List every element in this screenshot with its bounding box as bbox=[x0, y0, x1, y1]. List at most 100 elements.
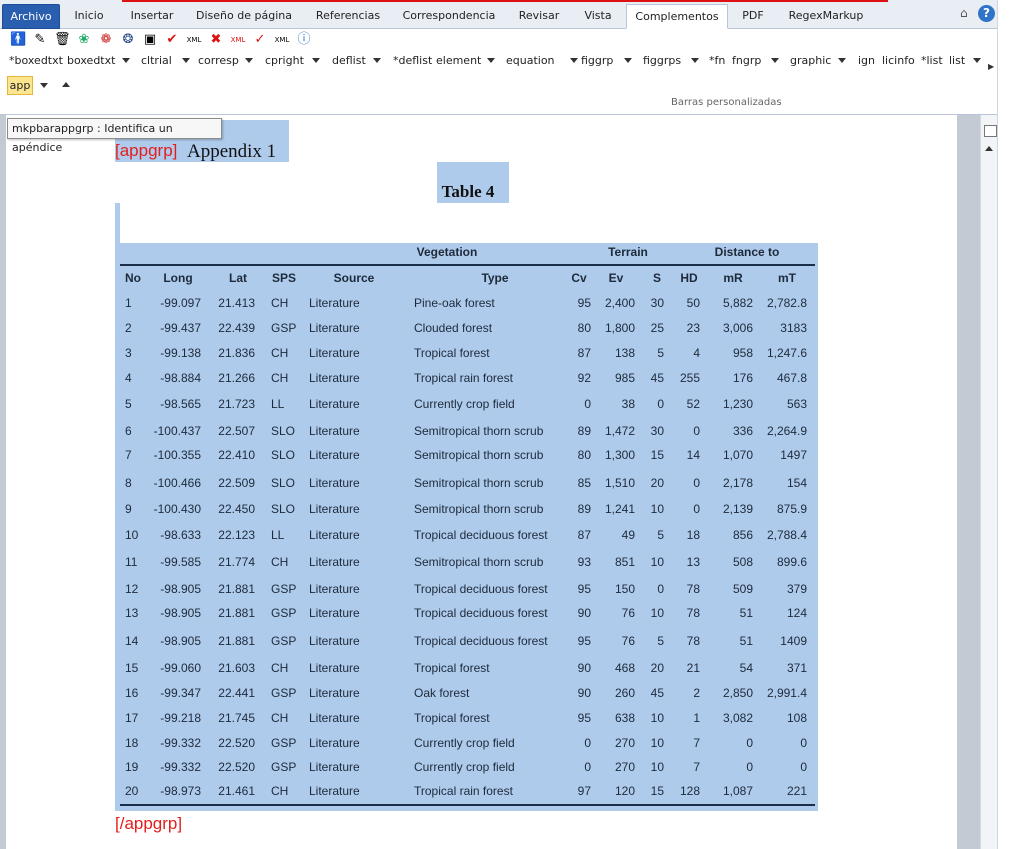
app-button[interactable]: app bbox=[7, 76, 33, 95]
chevron-up-icon[interactable] bbox=[62, 82, 70, 87]
bar-item[interactable]: deflist bbox=[332, 53, 366, 69]
xml-icon[interactable]: XML bbox=[186, 32, 202, 48]
table-cell: 270 bbox=[614, 736, 635, 750]
table-cell: 21.881 bbox=[218, 582, 255, 596]
chevron-down-icon[interactable] bbox=[122, 58, 130, 63]
bar-item[interactable]: figgrp bbox=[581, 53, 613, 69]
save-icon[interactable]: ▣ bbox=[142, 32, 158, 48]
bar-item[interactable]: *fn bbox=[709, 53, 725, 69]
table-cell: 21.774 bbox=[218, 555, 255, 569]
minimize-ribbon-icon[interactable]: ⌂ bbox=[960, 6, 968, 20]
table-cell: 1409 bbox=[780, 634, 807, 648]
table-cell: LL bbox=[271, 528, 285, 542]
table-cell: 80 bbox=[577, 321, 591, 335]
table-cell: 899.6 bbox=[776, 555, 807, 569]
bar-item[interactable]: *boxedtxt bbox=[9, 53, 63, 69]
bar-item[interactable]: boxedtxt bbox=[67, 53, 115, 69]
info-icon[interactable]: ⓘ bbox=[296, 32, 312, 48]
table-row: 11 -99.585 21.774 CH Literature Semitropical … bbox=[115, 555, 818, 573]
chevron-down-icon[interactable] bbox=[245, 58, 253, 63]
tab-referencias[interactable]: Referencias bbox=[308, 4, 388, 27]
check-icon[interactable]: ✔ bbox=[164, 32, 180, 48]
table-cell: 89 bbox=[577, 424, 591, 438]
tab-revisar[interactable]: Revisar bbox=[512, 4, 566, 27]
tab-correspondencia[interactable]: Correspondencia bbox=[396, 4, 502, 27]
table-title[interactable]: Table 4 bbox=[437, 182, 499, 202]
tab-archivo[interactable]: Archivo bbox=[2, 4, 60, 29]
chevron-down-icon[interactable] bbox=[373, 58, 381, 63]
chevron-down-icon[interactable] bbox=[487, 58, 495, 63]
table-cell: CH bbox=[271, 711, 289, 725]
group-header-vegetation: Vegetation bbox=[416, 245, 478, 259]
table-cell: 468 bbox=[614, 661, 635, 675]
chevron-down-icon[interactable] bbox=[973, 58, 981, 63]
tab-vista[interactable]: Vista bbox=[576, 4, 620, 27]
table-cell: -98.565 bbox=[160, 397, 201, 411]
table-row: 12 -98.905 21.881 GSP Literature Tropical dec… bbox=[115, 582, 818, 600]
help-icon[interactable]: ? bbox=[978, 5, 995, 22]
bar-item[interactable]: cpright bbox=[265, 53, 304, 69]
column-header: Type bbox=[481, 271, 509, 285]
group-header-terrain: Terrain bbox=[608, 245, 648, 259]
table-cell: 22.520 bbox=[218, 736, 255, 750]
bar-item[interactable]: *deflist bbox=[393, 53, 432, 69]
chevron-down-icon[interactable] bbox=[182, 58, 190, 63]
bar-item[interactable]: equation bbox=[506, 53, 555, 69]
appgrp-close-tag[interactable]: [/appgrp] bbox=[115, 814, 182, 834]
bar-item[interactable]: graphic bbox=[790, 53, 831, 69]
appendix-title[interactable]: Appendix 1 bbox=[187, 141, 276, 163]
bar-item[interactable]: corresp bbox=[198, 53, 239, 69]
chevron-down-icon[interactable] bbox=[691, 58, 699, 63]
bar-item[interactable]: *list bbox=[921, 53, 943, 69]
table-cell: GSP bbox=[271, 634, 297, 648]
bar-item[interactable]: list bbox=[949, 53, 965, 69]
table-cell: 509 bbox=[732, 582, 753, 596]
bar-item[interactable]: element bbox=[436, 53, 481, 69]
table-cell: Literature bbox=[309, 321, 360, 335]
pencil-icon[interactable]: ✎ bbox=[32, 32, 48, 48]
chevron-down-icon[interactable] bbox=[40, 83, 48, 88]
table-cell: Literature bbox=[309, 371, 360, 385]
tab-regexmarkup[interactable]: RegexMarkup bbox=[780, 4, 872, 27]
palette-icon[interactable]: ❂ bbox=[120, 32, 136, 48]
trash-icon[interactable]: 🗑 bbox=[54, 32, 71, 48]
scroll-right-icon[interactable]: ▶ bbox=[988, 62, 994, 71]
color-balls-icon[interactable]: ❁ bbox=[98, 32, 114, 48]
table-cell: 21.266 bbox=[218, 371, 255, 385]
table-cell: Semitropical thorn scrub bbox=[414, 448, 544, 462]
table-cell: Tropical deciduous forest bbox=[414, 634, 548, 648]
link-icon[interactable]: ❀ bbox=[76, 32, 92, 48]
tab-inicio[interactable]: Inicio bbox=[64, 4, 114, 27]
bar-item[interactable]: licinfo bbox=[882, 53, 915, 69]
chevron-down-icon[interactable] bbox=[570, 58, 578, 63]
person-icon[interactable]: 🚹 bbox=[10, 32, 26, 48]
close-icon[interactable]: ✖ bbox=[208, 32, 224, 48]
chevron-down-icon[interactable] bbox=[624, 58, 632, 63]
table-row: 2 -99.437 22.439 GSP Literature Clouded fores… bbox=[115, 321, 818, 339]
bar-item[interactable]: fngrp bbox=[732, 53, 761, 69]
chevron-down-icon[interactable] bbox=[838, 58, 846, 63]
scroll-up-icon[interactable] bbox=[985, 146, 993, 151]
appgrp-open-tag[interactable]: [appgrp] bbox=[115, 141, 177, 161]
xml-delete-icon[interactable]: XML bbox=[230, 32, 246, 48]
table-row: 10 -98.633 22.123 LL Literature Tropical deci… bbox=[115, 528, 818, 546]
chevron-down-icon[interactable] bbox=[771, 58, 779, 63]
xml-check-icon[interactable]: XML bbox=[274, 32, 290, 48]
tab-insertar[interactable]: Insertar bbox=[124, 4, 180, 27]
vertical-scrollbar[interactable] bbox=[980, 115, 998, 849]
validate-icon[interactable]: ✓ bbox=[252, 32, 268, 48]
bar-item[interactable]: figgrps bbox=[643, 53, 681, 69]
split-view-icon[interactable] bbox=[984, 125, 997, 137]
tab-pdf[interactable]: PDF bbox=[734, 4, 772, 27]
table-row: 4 -98.884 21.266 CH Literature Tropical rain … bbox=[115, 371, 818, 389]
tab-complementos[interactable]: Complementos bbox=[626, 4, 728, 29]
tab-diseno-pagina[interactable]: Diseño de página bbox=[190, 4, 298, 27]
table-cell: 95 bbox=[577, 634, 591, 648]
bar-item[interactable]: cltrial bbox=[141, 53, 172, 69]
table-cell: -100.437 bbox=[153, 424, 201, 438]
column-header: Lat bbox=[229, 271, 247, 285]
table-cell: -99.060 bbox=[160, 661, 201, 675]
chevron-down-icon[interactable] bbox=[312, 58, 320, 63]
bar-item[interactable]: ign bbox=[858, 53, 875, 69]
data-table[interactable]: Vegetation Terrain Distance to No Long Lat… bbox=[115, 243, 818, 811]
